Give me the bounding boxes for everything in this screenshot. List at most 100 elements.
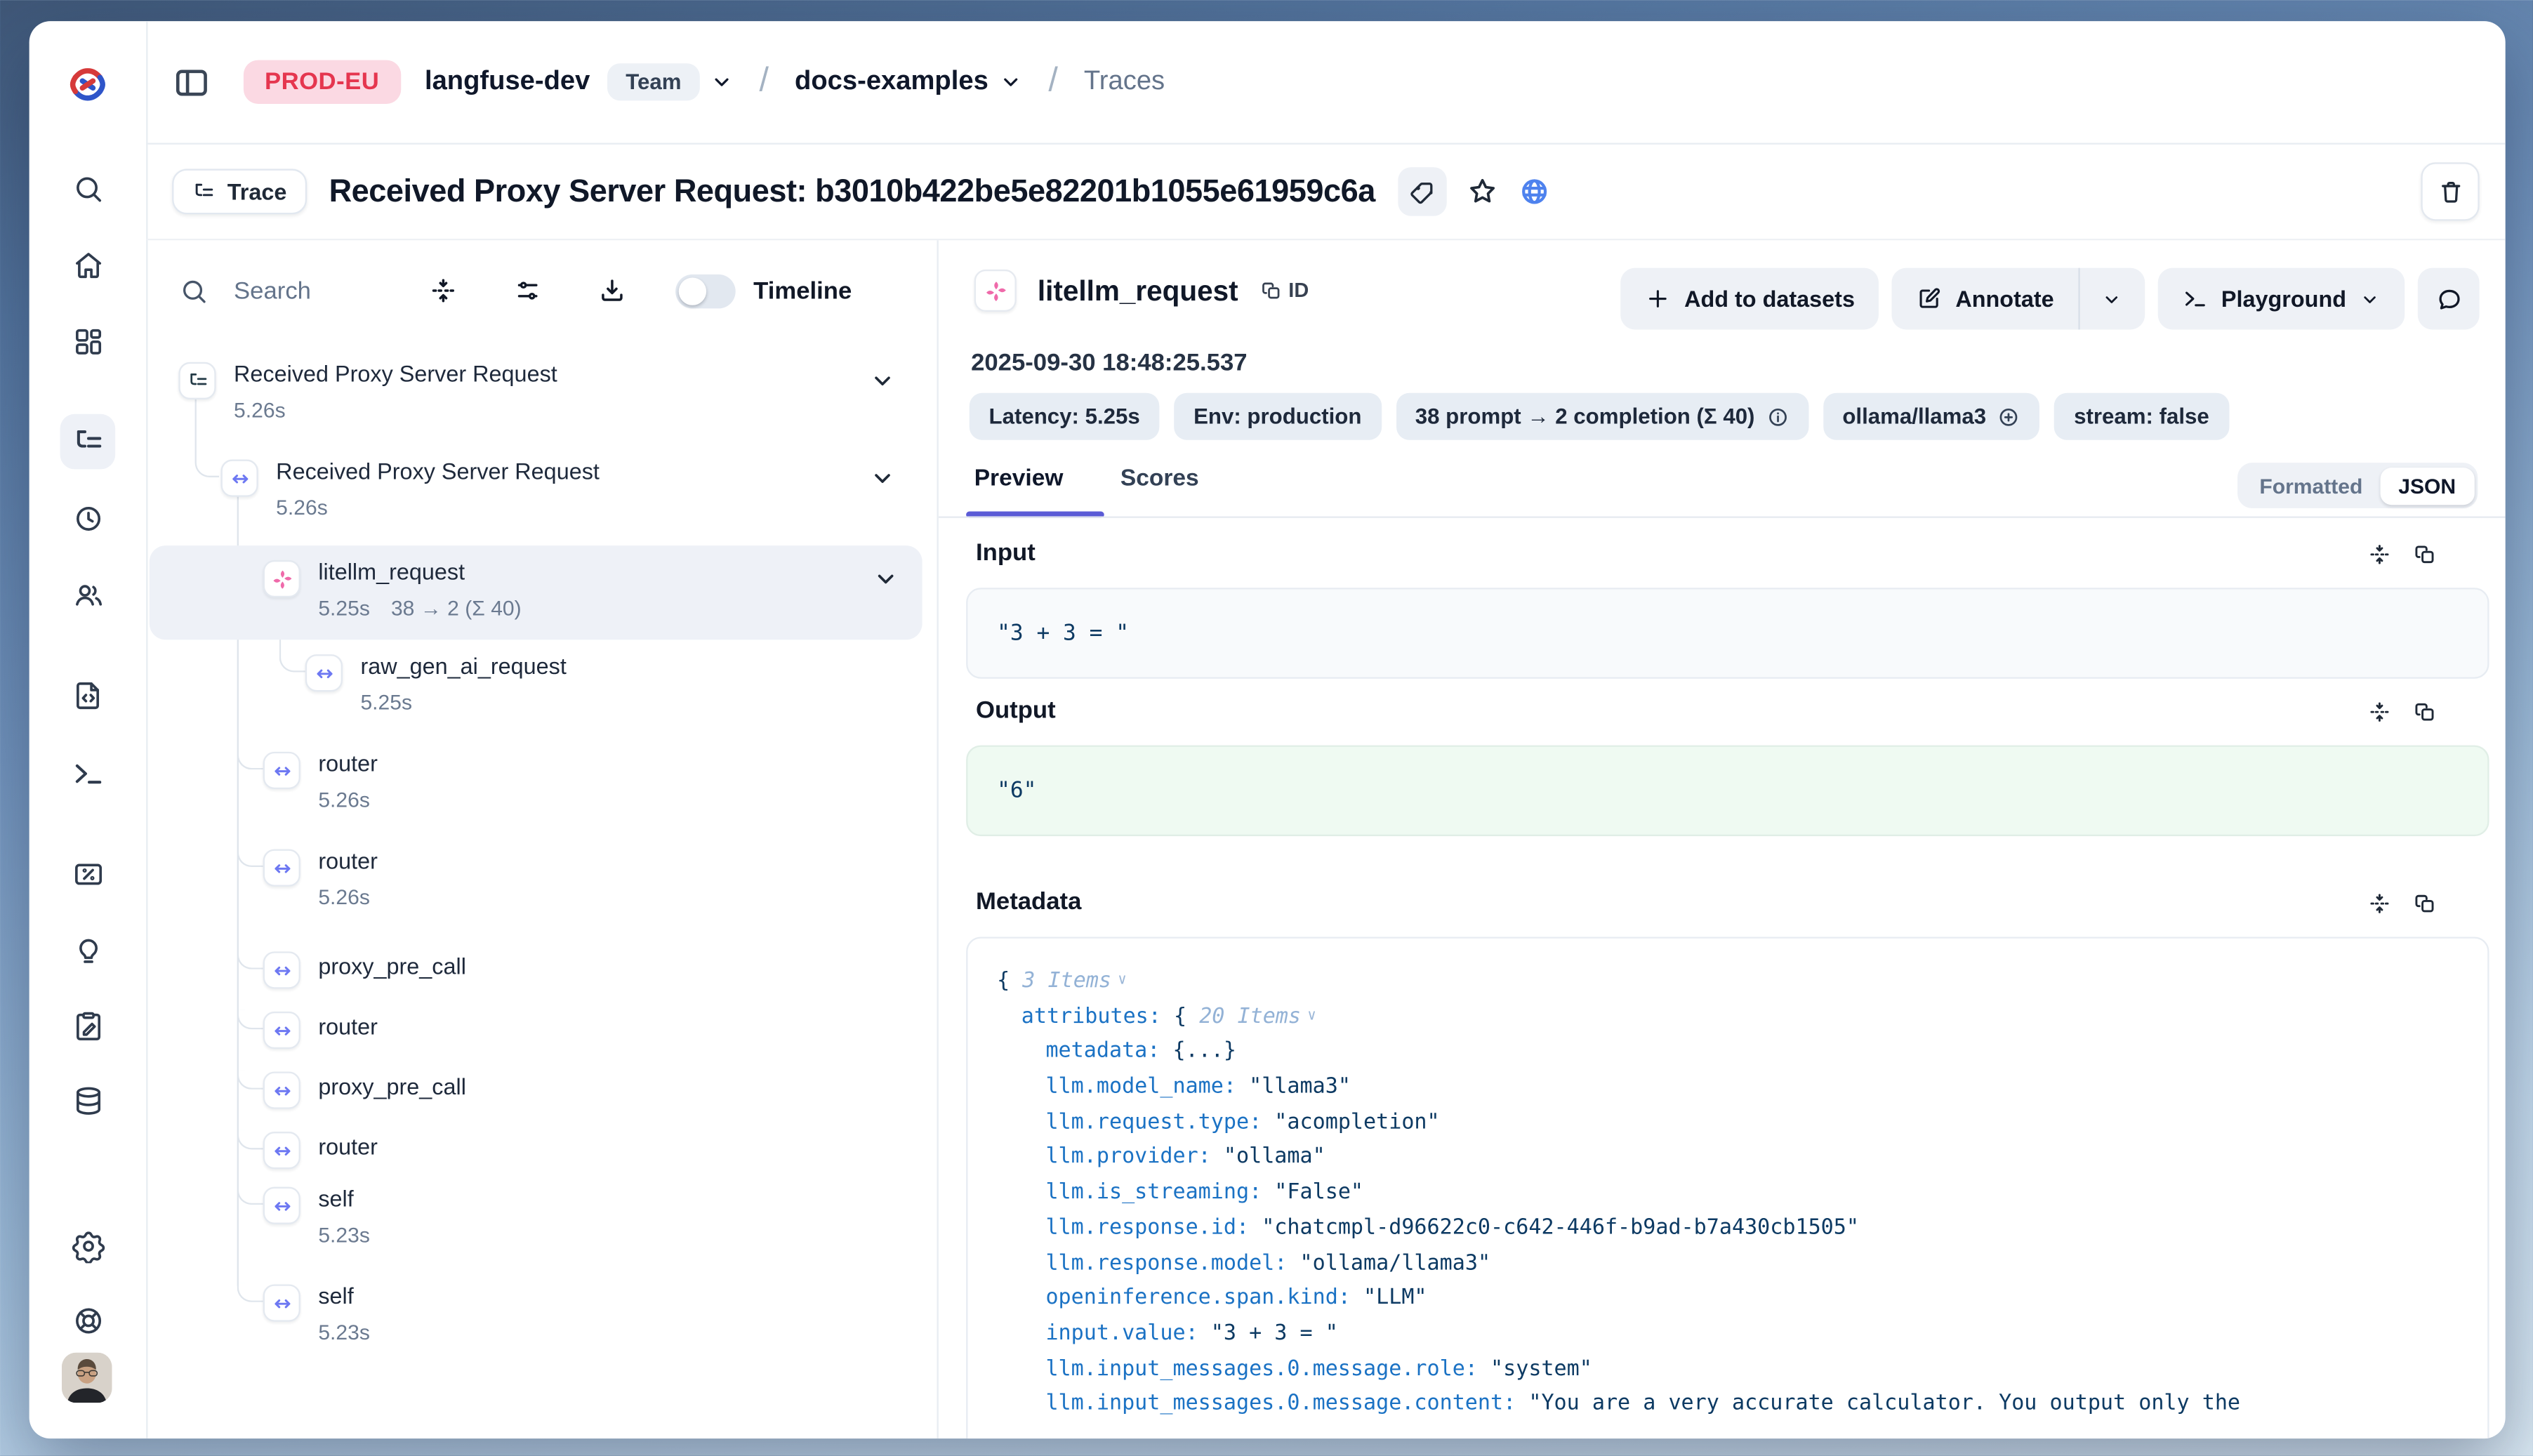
expand-chevron-icon[interactable]: ∨ bbox=[1118, 972, 1127, 988]
sidebar-item-sessions[interactable] bbox=[60, 490, 116, 545]
tree-node-self[interactable]: self5.23s bbox=[146, 1182, 937, 1280]
tab-scores[interactable]: Scores bbox=[1120, 466, 1199, 492]
tree-node-self[interactable]: self5.23s bbox=[146, 1280, 937, 1377]
span-icon bbox=[263, 1132, 300, 1169]
playground-icon bbox=[71, 756, 105, 790]
copy-icon[interactable] bbox=[2413, 892, 2438, 916]
comments-button[interactable] bbox=[2418, 268, 2480, 330]
tree-node-raw-gen-ai-request[interactable]: raw_gen_ai_request5.25s bbox=[146, 649, 937, 747]
search-input[interactable] bbox=[230, 275, 428, 306]
copy-icon[interactable] bbox=[2413, 700, 2438, 724]
star-icon[interactable] bbox=[1466, 176, 1498, 208]
observation-header: litellm_request ID bbox=[974, 270, 1309, 312]
metadata-json-line: llm.response.model: "ollama/llama3" bbox=[967, 1246, 2487, 1281]
tree-node-router[interactable]: router bbox=[146, 1120, 937, 1182]
sidebar-item-prompts[interactable] bbox=[60, 668, 116, 723]
timeline-toggle[interactable] bbox=[675, 274, 736, 308]
observation-detail-panel: litellm_request ID Add to datasets Annot… bbox=[939, 240, 2506, 1438]
download-icon[interactable] bbox=[597, 276, 627, 305]
tree-node-received-proxy-server-request[interactable]: Received Proxy Server Request5.26s bbox=[146, 455, 937, 552]
annotations-icon bbox=[71, 1009, 105, 1043]
settings-icon bbox=[71, 1229, 105, 1263]
tree-node-router[interactable]: router5.26s bbox=[146, 845, 937, 940]
search-icon bbox=[71, 171, 105, 206]
tags-button[interactable] bbox=[1398, 167, 1446, 216]
chevron-down-icon[interactable] bbox=[709, 70, 734, 94]
collapse-section-icon[interactable] bbox=[2367, 542, 2392, 567]
annotate-button[interactable]: Annotate bbox=[1892, 268, 2078, 330]
span-icon bbox=[263, 951, 300, 988]
metadata-json-line: metadata: {...} bbox=[967, 1035, 2487, 1070]
info-icon[interactable] bbox=[1766, 405, 1789, 428]
breadcrumb-project[interactable]: docs-examples bbox=[795, 67, 988, 98]
badge: ollama/llama3 bbox=[1823, 393, 2040, 440]
expand-chevron-icon[interactable]: ∨ bbox=[1307, 1008, 1316, 1024]
copy-id-label: ID bbox=[1288, 279, 1309, 302]
format-option-formatted[interactable]: Formatted bbox=[2242, 467, 2381, 504]
sidebar-item-home[interactable] bbox=[60, 237, 116, 293]
input-section-icons bbox=[2367, 542, 2437, 567]
trace-title: Received Proxy Server Request: b3010b422… bbox=[329, 173, 1375, 210]
avatar[interactable] bbox=[62, 1353, 112, 1403]
observation-timestamp: 2025-09-30 18:48:25.537 bbox=[971, 349, 1248, 376]
public-globe-icon[interactable] bbox=[1518, 176, 1550, 208]
collapse-section-icon[interactable] bbox=[2367, 892, 2392, 916]
delete-trace-button[interactable] bbox=[2421, 162, 2479, 220]
input-section-label: Input bbox=[976, 539, 1036, 567]
sidebar-item-annotations[interactable] bbox=[60, 998, 116, 1054]
trace-title-bar: Trace Received Proxy Server Request: b30… bbox=[146, 145, 2506, 240]
badge: Latency: 5.25s bbox=[970, 393, 1160, 440]
breadcrumb-org[interactable]: langfuse-dev bbox=[425, 67, 590, 98]
observation-badges: Latency: 5.25sEnv: production38 prompt →… bbox=[970, 393, 2229, 440]
playground-button[interactable]: Playground bbox=[2158, 268, 2405, 330]
chevron-down-icon[interactable] bbox=[872, 565, 899, 593]
sidebar-item-playground[interactable] bbox=[60, 746, 116, 801]
collapse-all-icon[interactable] bbox=[429, 276, 458, 305]
tree-node-proxy-pre-call[interactable]: proxy_pre_call bbox=[146, 1060, 937, 1120]
sidebar-rail bbox=[29, 21, 148, 1438]
tree-node-router[interactable]: router5.26s bbox=[146, 747, 937, 845]
trace-icon bbox=[178, 362, 216, 399]
badge: Env: production bbox=[1174, 393, 1381, 440]
sidebar-item-dashboards[interactable] bbox=[60, 313, 116, 369]
datasets-icon bbox=[71, 1084, 105, 1118]
sidebar-item-support[interactable] bbox=[60, 1292, 116, 1348]
prompts-icon bbox=[71, 678, 105, 713]
sidebar-item-search[interactable] bbox=[60, 161, 116, 216]
langfuse-logo-icon[interactable] bbox=[67, 63, 109, 105]
view-settings-icon[interactable] bbox=[513, 276, 543, 305]
tree-node-received-proxy-server-request[interactable]: Received Proxy Server Request5.26s bbox=[146, 357, 937, 455]
metadata-json-line: input.value: "3 + 3 = " bbox=[967, 1316, 2487, 1351]
span-icon bbox=[221, 460, 258, 497]
tree-node-litellm-request[interactable]: litellm_request5.25s38 → 2 (Σ 40) bbox=[150, 545, 922, 640]
annotate-dropdown-button[interactable] bbox=[2080, 268, 2145, 330]
span-icon bbox=[263, 1187, 300, 1224]
tag-icon bbox=[1408, 178, 1436, 205]
copy-icon[interactable] bbox=[2413, 542, 2438, 567]
copy-id-button[interactable]: ID bbox=[1259, 279, 1309, 302]
sidebar-item-insights[interactable] bbox=[60, 922, 116, 978]
plus-circle-icon[interactable] bbox=[1997, 405, 2020, 428]
sidebar-item-tracing[interactable] bbox=[60, 414, 116, 470]
chevron-down-icon[interactable] bbox=[868, 367, 896, 395]
chevron-down-icon[interactable] bbox=[868, 464, 896, 491]
sidebar-item-users[interactable] bbox=[60, 567, 116, 622]
collapse-section-icon[interactable] bbox=[2367, 700, 2392, 724]
metadata-section-icons bbox=[2367, 892, 2437, 916]
add-to-datasets-button[interactable]: Add to datasets bbox=[1621, 268, 1879, 330]
tab-preview[interactable]: Preview bbox=[974, 466, 1064, 492]
sidebar-item-settings[interactable] bbox=[60, 1218, 116, 1273]
badge: stream: false bbox=[2054, 393, 2228, 440]
metadata-json-line: openinference.span.kind: "LLM" bbox=[967, 1281, 2487, 1316]
sidebar-toggle-icon[interactable] bbox=[172, 62, 211, 102]
format-option-json[interactable]: JSON bbox=[2381, 467, 2474, 504]
breadcrumb-section[interactable]: Traces bbox=[1084, 67, 1165, 98]
chevron-down-icon[interactable] bbox=[998, 70, 1023, 94]
tree-node-proxy-pre-call[interactable]: proxy_pre_call bbox=[146, 940, 937, 1000]
tree-node-router[interactable]: router bbox=[146, 1000, 937, 1061]
observation-title: litellm_request bbox=[1038, 274, 1238, 308]
sidebar-item-evaluations[interactable] bbox=[60, 846, 116, 901]
org-type-chip[interactable]: Team bbox=[608, 63, 699, 100]
sidebar-item-datasets[interactable] bbox=[60, 1073, 116, 1129]
observation-actions: Add to datasets Annotate Playground bbox=[1621, 268, 2480, 330]
